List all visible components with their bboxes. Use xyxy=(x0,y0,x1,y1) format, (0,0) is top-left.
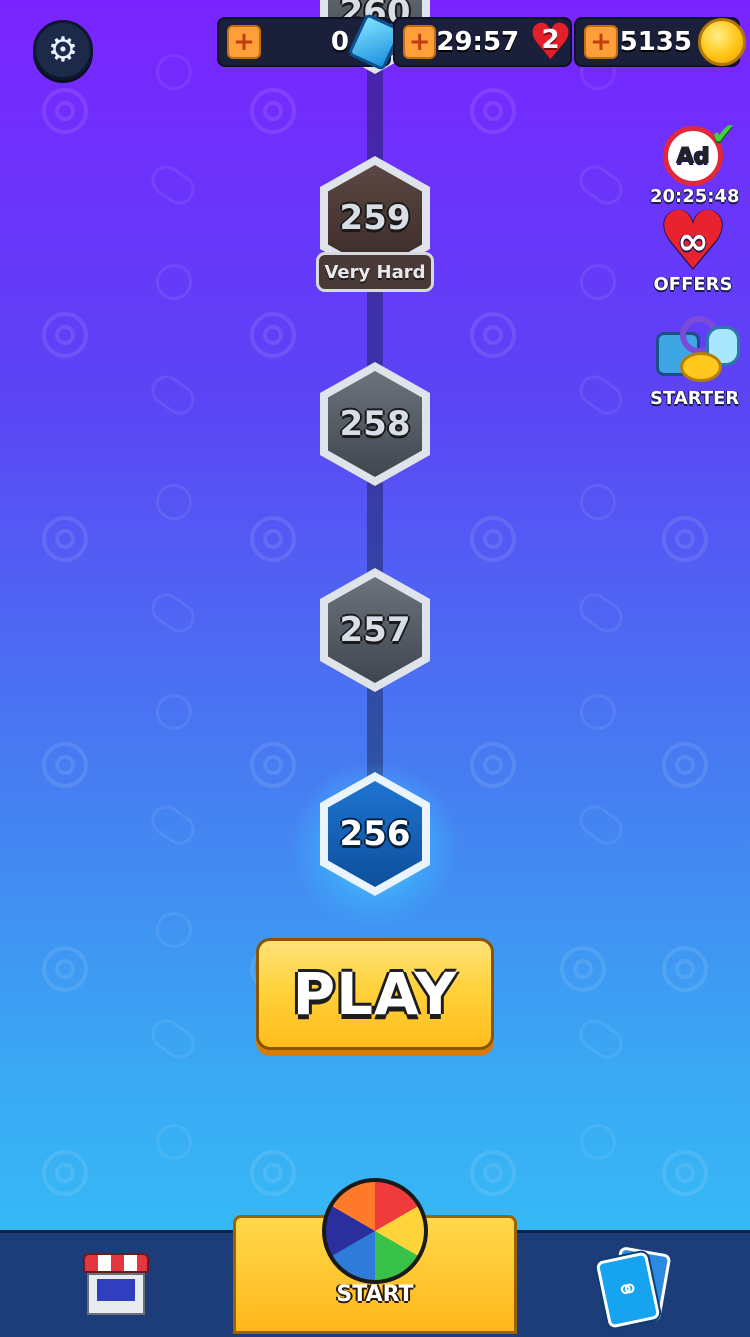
level-number: 256 xyxy=(339,814,411,854)
level-number: 258 xyxy=(339,404,411,444)
difficulty-badge: Very Hard xyxy=(316,252,434,292)
gear-icon: ⚙ xyxy=(47,30,79,70)
checkmark-icon: ✔ xyxy=(710,117,736,152)
level-number: 259 xyxy=(339,198,411,238)
settings-button[interactable]: ⚙ xyxy=(33,20,93,80)
offers-button[interactable]: ♥ ∞ OFFERS xyxy=(650,194,736,296)
level-node-258[interactable]: 258 xyxy=(320,362,430,486)
no-ads-icon: Ad ✔ xyxy=(663,117,736,186)
tab-collection[interactable] xyxy=(518,1233,750,1334)
level-node-257[interactable]: 257 xyxy=(320,568,430,692)
tickets-value: 0 xyxy=(330,27,349,57)
tab-shop[interactable] xyxy=(0,1233,232,1334)
tickets-counter: + 0 xyxy=(217,12,403,72)
coins-counter: + 5135 xyxy=(574,17,746,67)
add-tickets-button[interactable]: + xyxy=(227,25,261,59)
starter-pack-icon xyxy=(650,310,740,388)
cards-icon xyxy=(595,1245,672,1329)
infinite-heart-icon: ♥ ∞ xyxy=(657,194,729,287)
shop-icon xyxy=(83,1252,149,1315)
lives-count: 2 xyxy=(541,25,560,55)
coin-icon xyxy=(698,18,746,66)
lives-timer: 29:57 xyxy=(436,27,520,57)
coins-value: 5135 xyxy=(619,27,692,57)
play-button[interactable]: PLAY xyxy=(256,938,494,1050)
yarn-ball-icon xyxy=(322,1178,428,1284)
add-lives-button[interactable]: + xyxy=(403,25,437,59)
heart-icon: ♥ 2 xyxy=(525,17,576,67)
starter-label: STARTER xyxy=(650,388,740,409)
starter-pack-button[interactable]: STARTER xyxy=(650,310,740,409)
level-node-256[interactable]: 256 xyxy=(320,772,430,896)
add-coins-button[interactable]: + xyxy=(584,25,618,59)
start-label: START xyxy=(336,1282,414,1307)
lives-counter: + 29:57 ♥ 2 xyxy=(393,17,573,67)
level-number: 257 xyxy=(339,610,411,650)
